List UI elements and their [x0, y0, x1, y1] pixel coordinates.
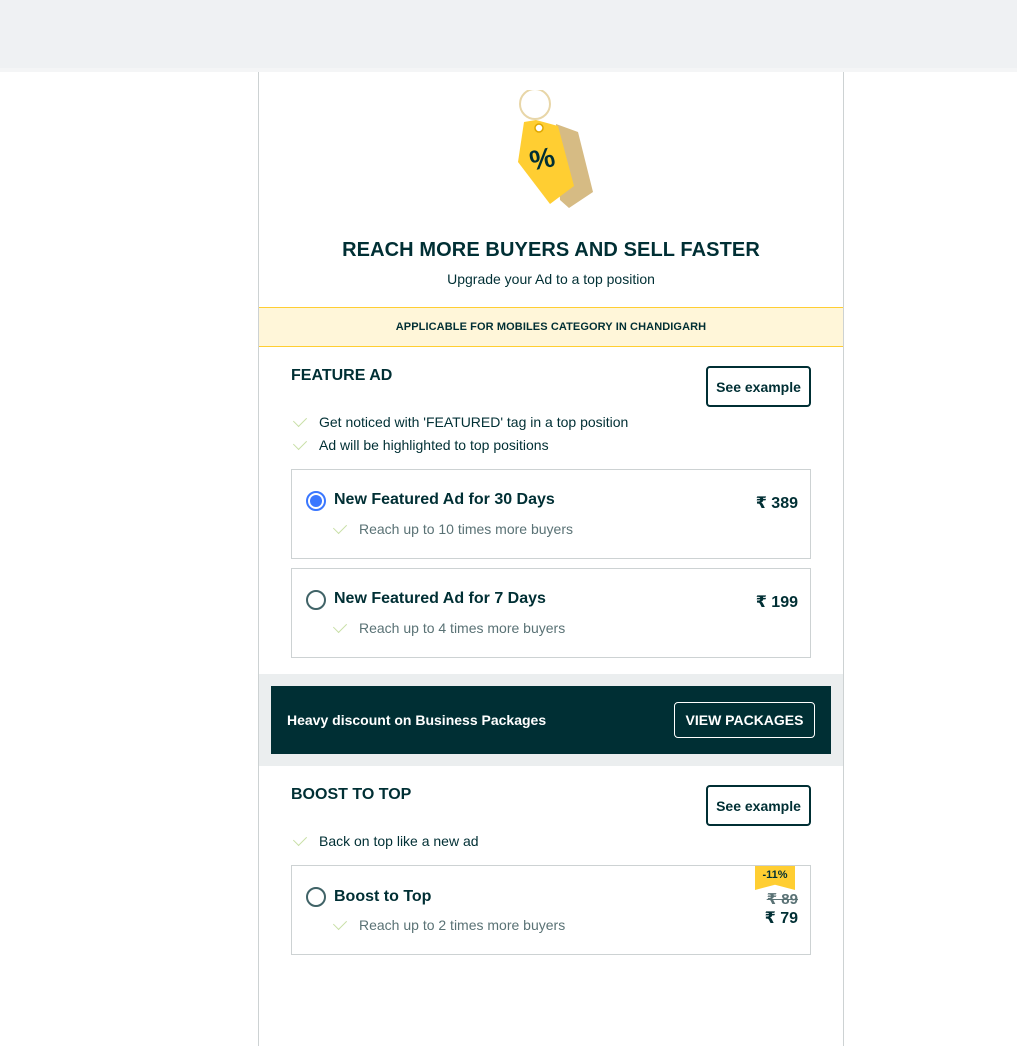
radio-unselected-icon[interactable]: [306, 887, 326, 907]
radio-selected-icon[interactable]: [306, 491, 326, 511]
page-title: REACH MORE BUYERS AND SELL FASTER: [342, 239, 760, 261]
boost-see-example-button[interactable]: See example: [706, 785, 811, 826]
check-icon: [332, 519, 348, 535]
check-icon: [332, 915, 348, 931]
boost-option[interactable]: Boost to Top Reach up to 2 times more bu…: [291, 865, 811, 955]
check-icon: [292, 412, 308, 428]
promo-section: Heavy discount on Business Packages VIEW…: [259, 674, 843, 766]
feature-see-example-button[interactable]: See example: [706, 366, 811, 407]
page-subtitle: Upgrade your Ad to a top position: [447, 271, 655, 287]
percent-tag-icon: %: [518, 90, 593, 208]
boost-title: BOOST TO TOP: [291, 786, 412, 803]
feature-option-30-days[interactable]: New Featured Ad for 30 Days Reach up to …: [291, 469, 811, 559]
option-reach: Reach up to 4 times more buyers: [332, 618, 565, 636]
view-packages-button[interactable]: VIEW PACKAGES: [674, 702, 815, 738]
check-icon: [292, 435, 308, 451]
upgrade-panel: % REACH MORE BUYERS AND SELL FASTER Upgr…: [258, 72, 844, 1046]
option-reach: Reach up to 10 times more buyers: [332, 519, 573, 537]
original-price: ₹ 89: [766, 891, 798, 908]
discount-badge: -11%: [755, 866, 795, 890]
feature-ad-title: FEATURE AD: [291, 367, 393, 384]
radio-unselected-icon[interactable]: [306, 590, 326, 610]
option-price: ₹ 199: [755, 594, 798, 611]
check-icon: [292, 831, 308, 847]
feature-option-7-days[interactable]: New Featured Ad for 7 Days Reach up to 4…: [291, 568, 811, 658]
option-title: New Featured Ad for 7 Days: [334, 590, 546, 607]
option-title: New Featured Ad for 30 Days: [334, 491, 555, 508]
category-banner: APPLICABLE FOR MOBILES CATEGORY IN CHAND…: [259, 307, 843, 347]
discounted-price: ₹ 79: [764, 910, 798, 927]
check-icon: [332, 618, 348, 634]
option-reach: Reach up to 2 times more buyers: [332, 915, 565, 933]
feature-benefit-item: Ad will be highlighted to top positions: [292, 435, 549, 453]
option-price: ₹ 389: [755, 495, 798, 512]
business-packages-banner: Heavy discount on Business Packages VIEW…: [271, 686, 831, 754]
feature-benefit-item: Get noticed with 'FEATURED' tag in a top…: [292, 412, 628, 430]
option-title: Boost to Top: [334, 888, 432, 905]
promo-text: Heavy discount on Business Packages: [287, 712, 547, 728]
browser-top-band: [0, 0, 1017, 68]
boost-benefit-item: Back on top like a new ad: [292, 831, 479, 849]
